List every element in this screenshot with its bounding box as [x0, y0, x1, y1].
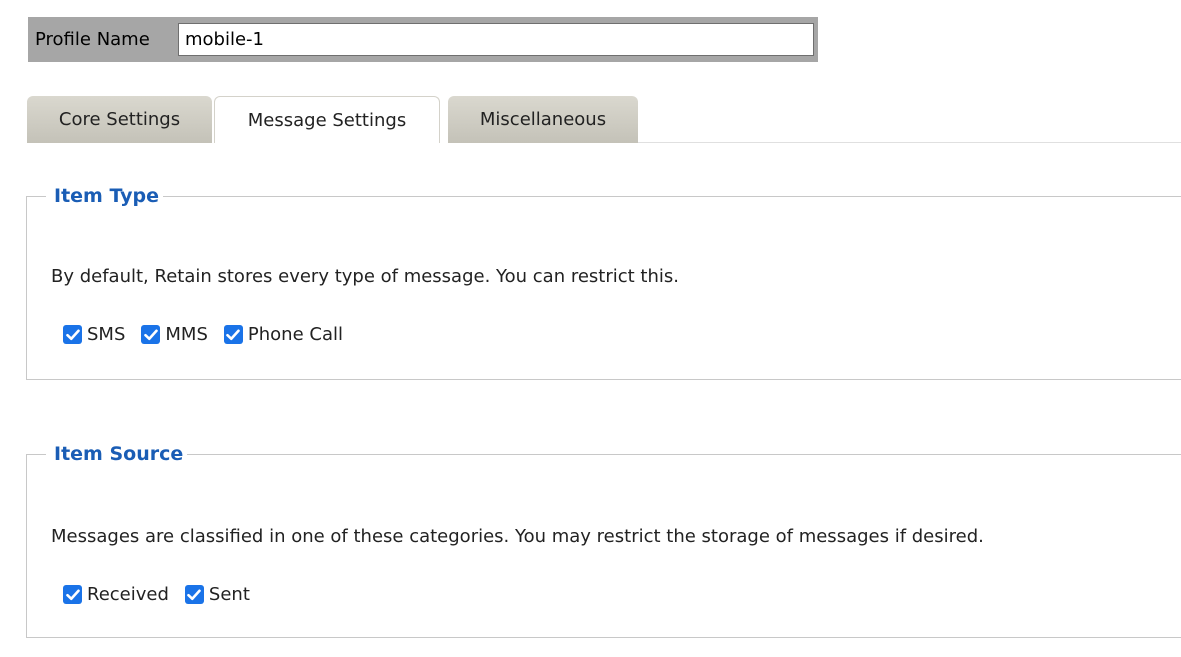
profile-name-label: Profile Name: [28, 17, 174, 62]
item-type-options: SMS MMS Phone Call: [63, 324, 359, 345]
checkbox-sent-label: Sent: [208, 584, 250, 605]
tab-divider: [638, 142, 1181, 143]
item-source-group: Item Source Messages are classified in o…: [26, 442, 1181, 638]
profile-name-input[interactable]: [178, 23, 814, 56]
checkmark-icon[interactable]: [63, 585, 82, 604]
checkmark-icon[interactable]: [184, 585, 204, 604]
checkbox-mms[interactable]: MMS: [141, 324, 208, 345]
item-source-legend: Item Source: [46, 442, 188, 466]
tab-message-settings[interactable]: Message Settings: [214, 96, 440, 143]
checkbox-received[interactable]: Received: [63, 584, 169, 605]
checkbox-phone-call[interactable]: Phone Call: [223, 324, 343, 345]
checkmark-icon[interactable]: [141, 325, 161, 344]
item-type-group: Item Type By default, Retain stores ever…: [26, 184, 1181, 380]
profile-name-row: Profile Name: [28, 17, 818, 62]
checkmark-icon[interactable]: [223, 325, 243, 344]
item-type-description: By default, Retain stores every type of …: [51, 266, 679, 287]
checkmark-icon[interactable]: [63, 325, 82, 344]
item-source-options: Received Sent: [63, 584, 266, 605]
tab-core-settings[interactable]: Core Settings: [27, 96, 212, 143]
item-type-legend: Item Type: [46, 184, 164, 208]
item-source-description: Messages are classified in one of these …: [51, 526, 984, 547]
checkbox-mms-label: MMS: [165, 324, 208, 345]
checkbox-received-label: Received: [87, 584, 169, 605]
profile-name-input-wrap: [174, 17, 818, 62]
checkbox-phone-call-label: Phone Call: [247, 324, 343, 345]
checkbox-sent[interactable]: Sent: [184, 584, 250, 605]
tab-miscellaneous[interactable]: Miscellaneous: [448, 96, 638, 143]
checkbox-sms-label: SMS: [87, 324, 126, 345]
settings-tabs: Core Settings Message Settings Miscellan…: [27, 96, 638, 143]
checkbox-sms[interactable]: SMS: [63, 324, 125, 345]
